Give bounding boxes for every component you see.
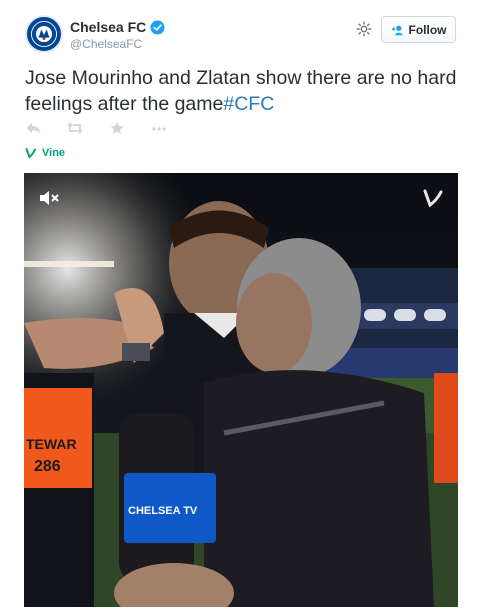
favorite-icon[interactable]: [109, 121, 125, 135]
account-name[interactable]: Chelsea FC: [70, 19, 146, 35]
follow-button[interactable]: Follow: [381, 16, 456, 43]
tweet-actions: [25, 121, 193, 135]
video-frame: TEWAR 286 CHELSEA TV: [24, 173, 458, 607]
reply-icon[interactable]: [25, 121, 41, 135]
vine-icon: [25, 148, 36, 159]
verified-badge-icon: [150, 19, 165, 35]
add-user-icon: [391, 25, 403, 35]
bib-number: 286: [34, 458, 61, 475]
account-name-row[interactable]: Chelsea FC: [70, 19, 165, 35]
retweet-icon[interactable]: [67, 121, 83, 135]
mute-icon[interactable]: [38, 189, 62, 207]
gear-icon[interactable]: [355, 20, 373, 38]
vine-logo-icon: [423, 189, 443, 208]
tweet-text: Jose Mourinho and Zlatan show there are …: [25, 65, 465, 117]
microphone-label: CHELSEA TV: [128, 505, 198, 517]
avatar[interactable]: [25, 15, 63, 53]
more-icon[interactable]: [151, 121, 167, 135]
vine-video-player[interactable]: TEWAR 286 CHELSEA TV: [24, 173, 458, 607]
chelsea-crest-icon: [28, 18, 60, 50]
vine-source-link[interactable]: Vine: [25, 147, 65, 159]
bib-text: TEWAR: [26, 436, 77, 452]
account-handle[interactable]: @ChelseaFC: [70, 37, 142, 51]
hashtag-link[interactable]: #CFC: [223, 93, 274, 115]
vine-label: Vine: [42, 147, 66, 159]
follow-label: Follow: [408, 22, 447, 37]
